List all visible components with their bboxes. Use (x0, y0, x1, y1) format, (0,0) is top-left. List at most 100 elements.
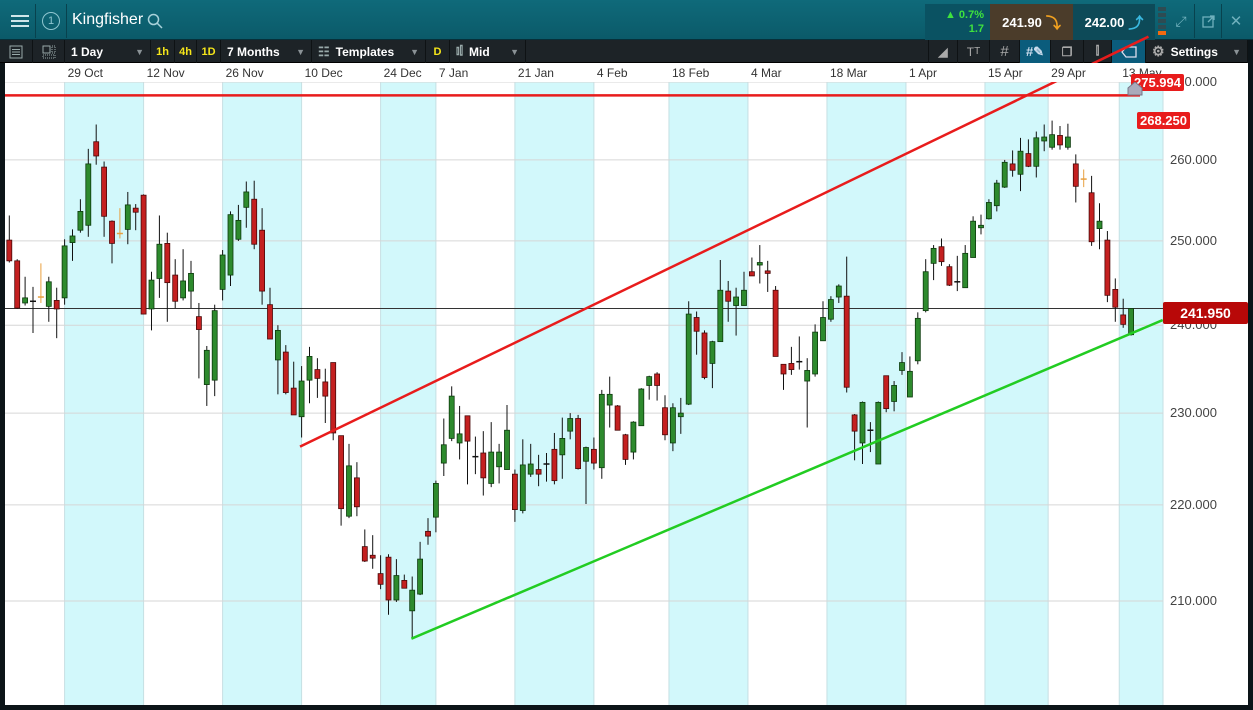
candle-down (1057, 135, 1063, 146)
candle-up (606, 393, 613, 406)
candle-down (259, 229, 266, 292)
candle-up (448, 395, 455, 439)
candle-up (1065, 136, 1071, 148)
candle-up (432, 483, 439, 518)
candle-up (456, 433, 463, 444)
candle-down (535, 469, 542, 475)
price-tick-label: 220.000 (1170, 496, 1217, 512)
period-band (514, 82, 594, 705)
candle-down (290, 387, 297, 416)
candle-up (646, 376, 653, 386)
candle-down (425, 530, 431, 537)
candle-down (662, 407, 668, 436)
candle-up (69, 235, 76, 243)
candle-down (1088, 192, 1095, 243)
candle-up (914, 317, 921, 362)
candle-up (859, 401, 866, 444)
candle-down (701, 332, 708, 378)
candle-down (693, 317, 700, 332)
period-band (1119, 82, 1163, 705)
period-band (668, 82, 748, 705)
candle-down (883, 375, 890, 410)
candle-up (417, 558, 424, 595)
candle-up (235, 219, 242, 240)
candle-up (875, 401, 882, 465)
candle-down (353, 477, 360, 508)
candle-down (1009, 163, 1016, 171)
candle-up (1049, 134, 1055, 148)
candle-up (1041, 136, 1048, 142)
window-border (0, 63, 5, 710)
candle-down (654, 373, 660, 386)
candle-down (1104, 239, 1111, 296)
candle-up (741, 289, 747, 306)
candle-up (393, 575, 400, 601)
candle-up (709, 341, 716, 364)
candle-down (1120, 314, 1127, 325)
candle-down (251, 198, 258, 245)
price-chart[interactable] (0, 0, 1253, 710)
candle-up (124, 204, 131, 230)
candle-up (978, 224, 984, 229)
date-tick-label: 1 Apr (908, 66, 937, 80)
candle-up (203, 349, 210, 385)
candle-up (970, 220, 976, 258)
date-tick-label: 7 Jan (438, 66, 469, 80)
candle-up (156, 243, 163, 279)
candle-up (583, 447, 589, 462)
date-tick-label: 29 Oct (67, 66, 103, 80)
candle-up (1128, 308, 1134, 336)
resistance-price-label: 268.250 (1137, 112, 1190, 129)
candle-up (496, 451, 503, 468)
candle-down (1025, 153, 1032, 167)
candle-down (575, 418, 581, 470)
candle-down (464, 415, 471, 442)
candle-down (314, 369, 321, 379)
candle-down (101, 166, 107, 217)
candle-down (946, 266, 953, 286)
candle-down (330, 362, 337, 434)
candle-up (812, 331, 818, 375)
candle-up (1017, 150, 1024, 175)
candle-down (282, 351, 289, 393)
alert-marker-icon[interactable] (1127, 82, 1143, 96)
candle-down (480, 452, 487, 479)
candle-down (772, 289, 779, 357)
candle-down (195, 316, 202, 330)
candle-up (685, 313, 692, 405)
candle-down (614, 405, 621, 431)
candle-up (519, 464, 526, 511)
candle-down (1072, 163, 1079, 187)
candle-up (346, 465, 352, 517)
candle-up (756, 262, 763, 266)
date-tick-label: 29 Apr (1051, 66, 1086, 80)
plot-background (5, 82, 1248, 705)
candle-up (922, 271, 929, 312)
candle-up (440, 444, 447, 464)
candle-up (1096, 220, 1103, 229)
price-tick-label: 210.000 (1170, 592, 1217, 608)
candle-down (338, 435, 345, 510)
candle-up (567, 418, 574, 432)
date-tick-label: 21 Jan (517, 66, 554, 80)
candle-up (638, 388, 645, 427)
date-tick-label: 18 Feb (671, 66, 710, 80)
candle-up (22, 297, 29, 304)
candle-up (962, 252, 969, 289)
date-tick-label: 12 Nov (146, 66, 185, 80)
candle-down (938, 246, 945, 263)
candle-up (306, 356, 313, 381)
candle-up (61, 245, 68, 299)
candle-up (717, 289, 724, 343)
candle-down (780, 363, 787, 375)
candle-up (188, 272, 194, 292)
date-tick-label: 15 Apr (987, 66, 1023, 80)
candle-up (804, 370, 811, 382)
candle-up (1001, 161, 1008, 188)
date-axis: 29 Oct 12 Nov 26 Nov 10 Dec 24 Dec 7 Jan 21 Ja… (5, 63, 1248, 82)
candle-down (851, 414, 858, 432)
candle-up (227, 214, 234, 276)
candle-down (843, 295, 850, 388)
candle-up (930, 247, 937, 264)
candle-down (512, 473, 518, 510)
